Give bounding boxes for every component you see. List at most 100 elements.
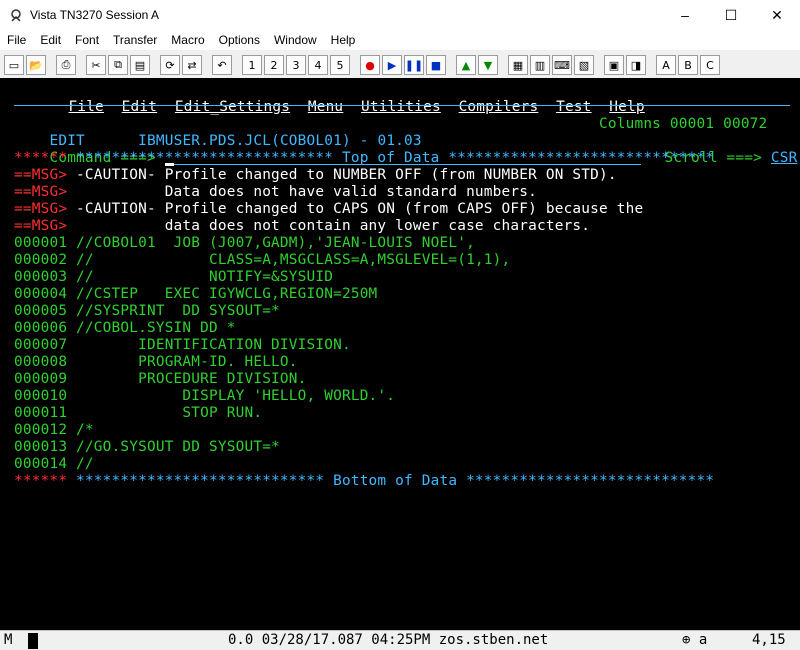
help-icon[interactable]: ◨ [626, 55, 646, 75]
source-line[interactable]: 000007 IDENTIFICATION DIVISION. [14, 337, 351, 354]
source-line[interactable]: 000009 PROCEDURE DIVISION. [14, 371, 307, 388]
ispf-menu-edit[interactable]: Edit [122, 99, 157, 115]
source-line[interactable]: 000008 PROGRAM-ID. HELLO. [14, 354, 298, 371]
line-number[interactable]: 000009 [14, 371, 67, 387]
line-number[interactable]: 000013 [14, 439, 67, 455]
source-line[interactable]: 000004 //CSTEP EXEC IGYWCLG,REGION=250M [14, 286, 377, 303]
cut-icon[interactable]: ✂ [86, 55, 106, 75]
line-text[interactable]: //SYSPRINT DD SYSOUT=* [67, 303, 280, 319]
line-text[interactable]: IDENTIFICATION DIVISION. [67, 337, 351, 353]
log-icon[interactable]: ▧ [574, 55, 594, 75]
arrow-up-icon[interactable]: ▲ [456, 55, 476, 75]
minimize-button[interactable]: – [662, 0, 708, 30]
top-of-data-text: ***************************** Top of Dat… [67, 150, 715, 166]
line-text[interactable]: DISPLAY 'HELLO, WORLD.'. [67, 388, 395, 404]
scroll-row: Scroll ===> CSR [629, 133, 797, 166]
ispf-menu-menu[interactable]: Menu [308, 99, 343, 115]
keyboard-icon[interactable]: ⌨ [552, 55, 572, 75]
ispf-menu-utilities[interactable]: Utilities [361, 99, 441, 115]
line-text[interactable]: /* [67, 422, 94, 438]
line-number[interactable]: 000002 [14, 252, 67, 268]
open-icon[interactable]: 📂 [26, 55, 46, 75]
macro-3-button[interactable]: 3 [286, 55, 306, 75]
line-number[interactable]: 000006 [14, 320, 67, 336]
command-row: Command ===> [14, 133, 641, 166]
copy-icon[interactable]: ⧉ [108, 55, 128, 75]
menu-transfer[interactable]: Transfer [106, 33, 164, 47]
close-button[interactable]: ✕ [754, 0, 800, 30]
properties-icon[interactable]: ▥ [530, 55, 550, 75]
macro-4-button[interactable]: 4 [308, 55, 328, 75]
c-button[interactable]: C [700, 55, 720, 75]
menu-help[interactable]: Help [324, 33, 363, 47]
line-number[interactable]: 000007 [14, 337, 67, 353]
print-icon[interactable]: ⎙ [56, 55, 76, 75]
menu-font[interactable]: Font [68, 33, 106, 47]
line-number[interactable]: 000010 [14, 388, 67, 404]
ispf-menu-compilers[interactable]: Compilers [459, 99, 539, 115]
stop-icon[interactable]: ■ [426, 55, 446, 75]
notes-icon[interactable]: ▣ [604, 55, 624, 75]
source-line[interactable]: 000010 DISPLAY 'HELLO, WORLD.'. [14, 388, 395, 405]
b-button[interactable]: B [678, 55, 698, 75]
scroll-value[interactable]: CSR [771, 150, 798, 166]
a-button[interactable]: A [656, 55, 676, 75]
maximize-button[interactable]: ☐ [708, 0, 754, 30]
line-text[interactable]: //COBOL.SYSIN DD * [67, 320, 235, 336]
keyboard-lock-indicator [28, 633, 38, 649]
ispf-menu-help[interactable]: Help [609, 99, 644, 115]
source-line[interactable]: 000005 //SYSPRINT DD SYSOUT=* [14, 303, 280, 320]
source-line[interactable]: 000003 // NOTIFY=&SYSUID [14, 269, 333, 286]
macro-2-button[interactable]: 2 [264, 55, 284, 75]
undo-icon[interactable]: ↶ [212, 55, 232, 75]
line-number[interactable]: 000003 [14, 269, 67, 285]
line-text[interactable]: //GO.SYSOUT DD SYSOUT=* [67, 439, 280, 455]
arrow-down-icon[interactable]: ▼ [478, 55, 498, 75]
line-number[interactable]: 000001 [14, 235, 67, 251]
terminal-screen[interactable]: File Edit Edit_Settings Menu Utilities C… [0, 78, 800, 630]
msg-line: ==MSG> data does not contain any lower c… [14, 218, 590, 235]
line-text[interactable]: // CLASS=A,MSGCLASS=A,MSGLEVEL=(1,1), [67, 252, 510, 268]
line-number[interactable]: 000004 [14, 286, 67, 302]
transfer-icon[interactable]: ⇄ [182, 55, 202, 75]
macro-1-button[interactable]: 1 [242, 55, 262, 75]
ispf-menu-file[interactable]: File [68, 99, 103, 115]
line-text[interactable]: // [67, 456, 94, 472]
line-text[interactable]: // NOTIFY=&SYSUID [67, 269, 333, 285]
line-text[interactable]: //COBOL01 JOB (J007,GADM),'JEAN-LOUIS NO… [67, 235, 475, 251]
settings-icon[interactable]: ▦ [508, 55, 528, 75]
menu-macro[interactable]: Macro [164, 33, 211, 47]
line-text[interactable]: //CSTEP EXEC IGYWCLG,REGION=250M [67, 286, 377, 302]
line-number[interactable]: 000011 [14, 405, 67, 421]
record-icon[interactable]: ● [360, 55, 380, 75]
source-line[interactable]: 000006 //COBOL.SYSIN DD * [14, 320, 236, 337]
menu-edit[interactable]: Edit [33, 33, 68, 47]
macro-5-button[interactable]: 5 [330, 55, 350, 75]
line-number[interactable]: 000008 [14, 354, 67, 370]
source-line[interactable]: 000013 //GO.SYSOUT DD SYSOUT=* [14, 439, 280, 456]
msg-tag: ==MSG> [14, 218, 68, 234]
source-line[interactable]: 000014 // [14, 456, 94, 473]
menu-file[interactable]: File [0, 33, 33, 47]
paste-icon[interactable]: ▤ [130, 55, 150, 75]
refresh-icon[interactable]: ⟳ [160, 55, 180, 75]
source-line[interactable]: 000012 /* [14, 422, 94, 439]
ispf-menu-test[interactable]: Test [556, 99, 591, 115]
line-number[interactable]: 000005 [14, 303, 67, 319]
menu-window[interactable]: Window [267, 33, 324, 47]
pause-icon[interactable]: ❚❚ [404, 55, 424, 75]
line-text[interactable]: PROGRAM-ID. HELLO. [67, 354, 297, 370]
new-icon[interactable]: ▭ [4, 55, 24, 75]
ispf-menu-edit-settings[interactable]: Edit_Settings [175, 99, 290, 115]
line-text[interactable]: PROCEDURE DIVISION. [67, 371, 306, 387]
line-number[interactable]: 000014 [14, 456, 67, 472]
menu-options[interactable]: Options [212, 33, 267, 47]
line-text[interactable]: STOP RUN. [67, 405, 262, 421]
msg-line: ==MSG> -CAUTION- Profile changed to NUMB… [14, 167, 617, 184]
top-of-data-row: ****** ***************************** Top… [14, 150, 714, 167]
source-line[interactable]: 000002 // CLASS=A,MSGCLASS=A,MSGLEVEL=(1… [14, 252, 510, 269]
line-number[interactable]: 000012 [14, 422, 67, 438]
play-icon[interactable]: ▶ [382, 55, 402, 75]
source-line[interactable]: 000001 //COBOL01 JOB (J007,GADM),'JEAN-L… [14, 235, 475, 252]
source-line[interactable]: 000011 STOP RUN. [14, 405, 262, 422]
